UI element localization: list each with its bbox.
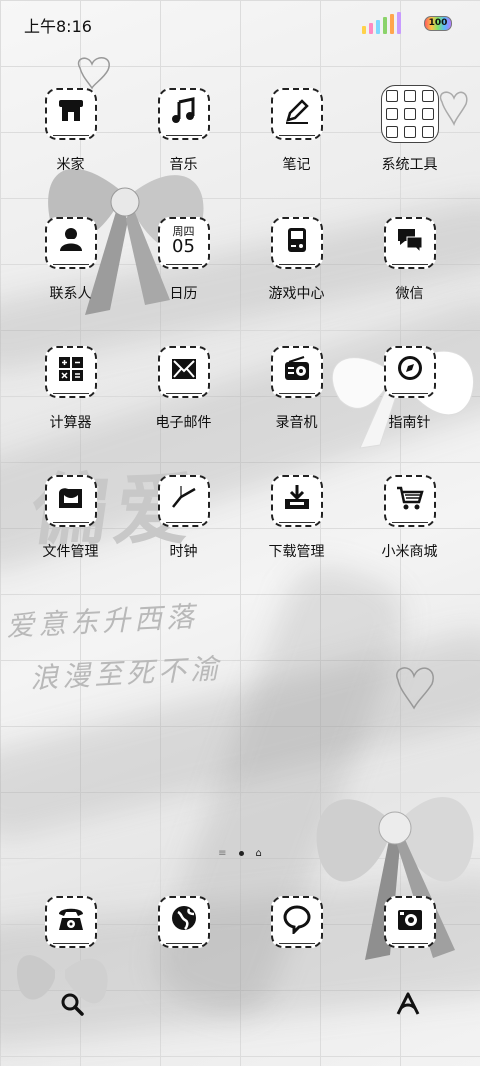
app-notes[interactable]: 笔记 bbox=[240, 88, 353, 217]
page-indicator-home-icon: ⌂ bbox=[255, 848, 262, 859]
app-label: 录音机 bbox=[275, 415, 318, 431]
status-bar: 上午8:16 100 bbox=[0, 0, 480, 46]
clock-icon bbox=[157, 475, 210, 527]
shopping-cart-icon bbox=[383, 475, 436, 527]
app-compass[interactable]: 指南针 bbox=[353, 346, 466, 475]
app-label: 联系人 bbox=[49, 286, 92, 302]
app-system-tools-folder[interactable]: 系统工具 bbox=[353, 85, 466, 217]
download-icon bbox=[270, 475, 323, 527]
browser-icon bbox=[157, 896, 210, 948]
heart-doodle bbox=[77, 57, 110, 90]
app-label: 音乐 bbox=[169, 157, 198, 173]
assistant-icon[interactable] bbox=[394, 990, 422, 1018]
app-calculator[interactable]: 计算器 bbox=[14, 346, 127, 475]
signal-bar bbox=[376, 20, 380, 34]
calendar-date: 05 bbox=[172, 236, 195, 257]
app-wechat[interactable]: 微信 bbox=[353, 217, 466, 346]
signal-bar bbox=[390, 14, 394, 34]
folder-icon bbox=[380, 85, 439, 143]
calendar-icon: 周四 05 bbox=[157, 217, 210, 269]
app-email[interactable]: 电子邮件 bbox=[127, 346, 240, 475]
music-icon bbox=[157, 88, 210, 140]
phone-icon bbox=[44, 896, 97, 948]
bottom-bar bbox=[0, 986, 480, 1026]
app-label: 指南针 bbox=[388, 415, 431, 431]
app-label: 下载管理 bbox=[268, 544, 325, 560]
app-mi-home[interactable]: 米家 bbox=[14, 88, 127, 217]
dock-phone[interactable] bbox=[14, 896, 127, 956]
app-label: 系统工具 bbox=[381, 157, 438, 173]
app-label: 小米商城 bbox=[381, 544, 438, 560]
compass-icon bbox=[383, 346, 436, 398]
app-downloads[interactable]: 下载管理 bbox=[240, 475, 353, 604]
dock-messages[interactable] bbox=[240, 896, 353, 956]
dock bbox=[0, 896, 480, 956]
app-label: 时钟 bbox=[169, 544, 198, 560]
recorder-icon bbox=[270, 346, 323, 398]
signal-bar bbox=[362, 26, 366, 34]
app-label: 日历 bbox=[169, 286, 198, 302]
wallpaper-quote-2: 浪漫至死不渝 bbox=[29, 651, 223, 695]
app-mi-store[interactable]: 小米商城 bbox=[353, 475, 466, 604]
app-label: 微信 bbox=[395, 286, 424, 302]
app-label: 计算器 bbox=[49, 415, 92, 431]
app-music[interactable]: 音乐 bbox=[127, 88, 240, 217]
notes-icon bbox=[270, 88, 323, 140]
signal-bar bbox=[397, 12, 401, 34]
app-recorder[interactable]: 录音机 bbox=[240, 346, 353, 475]
app-label: 游戏中心 bbox=[268, 286, 325, 302]
app-label: 米家 bbox=[56, 157, 85, 173]
signal-icon bbox=[362, 12, 401, 34]
page-indicator-list-icon: ≡ bbox=[218, 848, 227, 859]
game-icon bbox=[270, 217, 323, 269]
messages-icon bbox=[270, 896, 323, 948]
page-indicator[interactable]: ≡ ⌂ bbox=[0, 848, 480, 859]
app-contacts[interactable]: 联系人 bbox=[14, 217, 127, 346]
search-icon[interactable] bbox=[58, 990, 86, 1018]
file-manager-icon bbox=[44, 475, 97, 527]
app-clock[interactable]: 时钟 bbox=[127, 475, 240, 604]
dock-browser[interactable] bbox=[127, 896, 240, 956]
heart-doodle bbox=[396, 667, 434, 710]
contacts-icon bbox=[44, 217, 97, 269]
app-game-center[interactable]: 游戏中心 bbox=[240, 217, 353, 346]
mi-home-icon bbox=[44, 88, 97, 140]
app-label: 文件管理 bbox=[42, 544, 99, 560]
email-icon bbox=[157, 346, 210, 398]
signal-bar bbox=[369, 23, 373, 34]
wechat-icon bbox=[383, 217, 436, 269]
app-file-manager[interactable]: 文件管理 bbox=[14, 475, 127, 604]
app-label: 笔记 bbox=[282, 157, 311, 173]
camera-icon bbox=[383, 896, 436, 948]
status-time: 上午8:16 bbox=[24, 17, 92, 36]
signal-bar bbox=[383, 17, 387, 34]
dock-camera[interactable] bbox=[353, 896, 466, 956]
app-label: 电子邮件 bbox=[155, 415, 212, 431]
app-calendar[interactable]: 周四 05 日历 bbox=[127, 217, 240, 346]
calculator-icon bbox=[44, 346, 97, 398]
page-indicator-dot bbox=[238, 851, 244, 856]
battery-icon: 100 bbox=[424, 16, 452, 31]
app-grid: 米家 音乐 笔记 系统工具 联系人 周四 05 日历 游戏中心 微信 计算器 电… bbox=[0, 85, 480, 604]
